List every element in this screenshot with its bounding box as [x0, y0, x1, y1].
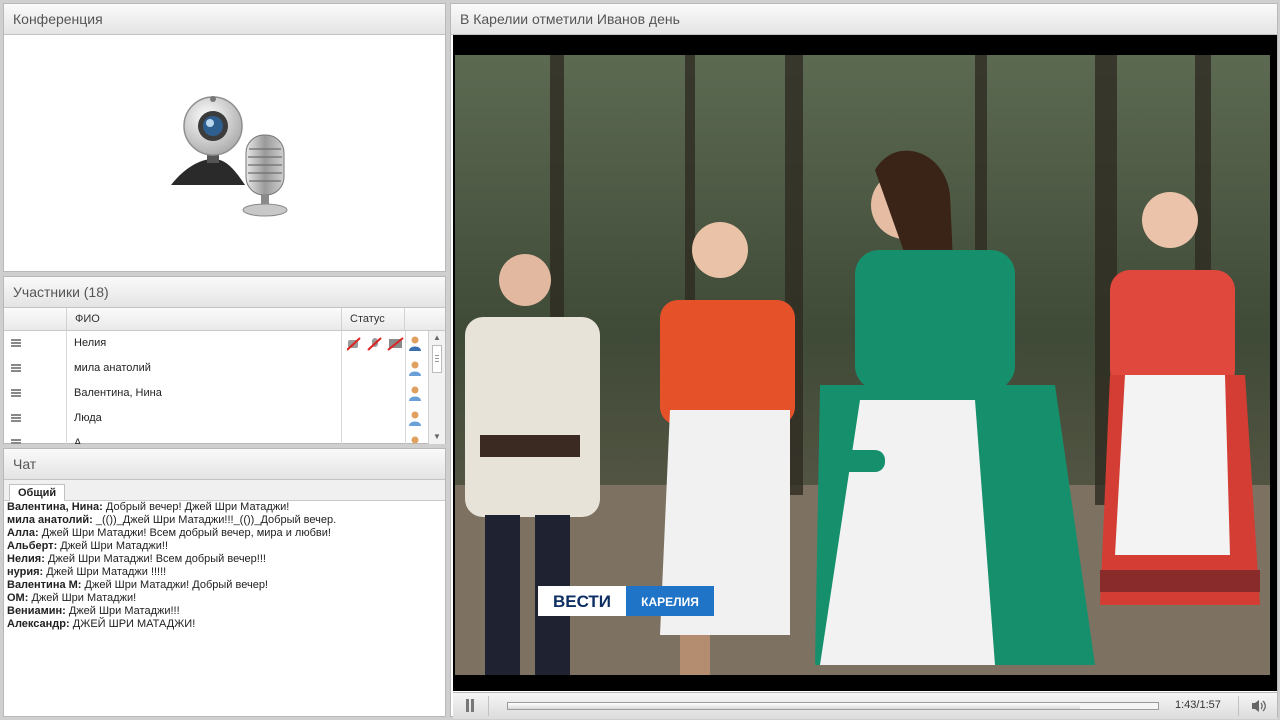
participants-scrollbar[interactable]: ▲ ▼	[428, 331, 445, 444]
user-icon[interactable]	[409, 386, 421, 401]
participants-table: ФИО Статус Нелия мила анатолий Валентина…	[4, 308, 445, 444]
scroll-down-icon[interactable]: ▼	[429, 430, 445, 444]
chat-message: Александр: ДЖЕЙ ШРИ МАТАДЖИ!	[7, 618, 442, 631]
participants-rows: Нелия мила анатолий Валентина, Нина Люда…	[4, 331, 427, 444]
participant-name: Нелия	[74, 337, 107, 349]
conference-body	[4, 35, 445, 272]
video-panel: В Карелии отметили Иванов день ВЕСТИ КАР…	[450, 3, 1278, 719]
chat-message: Нелия: Джей Шри Матаджи! Всем добрый веч…	[7, 553, 442, 566]
participants-panel: Участники (18) ФИО Статус Нелия мила ана…	[3, 276, 446, 444]
chat-text: Джей Шри Матаджи! Всем добрый вечер!!!	[44, 553, 266, 565]
participant-name: Валентина, Нина	[74, 387, 162, 399]
tab-general[interactable]: Общий	[9, 484, 66, 501]
table-row[interactable]: Люда	[4, 406, 427, 431]
status-icons	[346, 337, 407, 354]
video-progress-fill	[508, 703, 1080, 709]
drag-handle-icon[interactable]	[11, 339, 21, 347]
logo-karelia: КАРЕЛИЯ	[641, 595, 699, 609]
logo-vesti: ВЕСТИ	[553, 592, 611, 611]
speaker-icon[interactable]	[1251, 699, 1267, 713]
user-icon[interactable]	[409, 336, 421, 351]
chat-author: Валентина М:	[7, 579, 82, 591]
participants-title: Участники (18)	[4, 277, 445, 308]
chat-author: ОМ:	[7, 592, 29, 604]
chat-text: Джей Шри Матаджи!!!	[65, 605, 180, 617]
chat-message: Вениамин: Джей Шри Матаджи!!!	[7, 605, 442, 618]
chat-message: нурия: Джей Шри Матаджи !!!!!	[7, 566, 442, 579]
chat-author: Вениамин:	[7, 605, 66, 617]
video-time: 1:43/1:57	[1175, 699, 1221, 711]
participant-name: А	[74, 437, 82, 444]
chat-log: Валентина, Нина: Добрый вечер! Джей Шри …	[4, 501, 445, 631]
chat-message: Алла: Джей Шри Матаджи! Всем добрый вече…	[7, 527, 442, 540]
participant-name: мила анатолий	[74, 362, 151, 374]
drag-handle-icon[interactable]	[11, 364, 21, 372]
chat-title: Чат	[4, 449, 445, 480]
chat-text: Добрый вечер! Джей Шри Матаджи!	[102, 501, 290, 513]
chat-text: Джей Шри Матаджи!!	[57, 540, 169, 552]
column-header-status[interactable]: Статус	[341, 308, 405, 330]
participant-name: Люда	[74, 412, 102, 424]
column-header-name[interactable]: ФИО	[66, 308, 341, 330]
chat-text: Джей Шри Матаджи !!!!!	[43, 566, 167, 578]
chat-message: Валентина М: Джей Шри Матаджи! Добрый ве…	[7, 579, 442, 592]
chat-panel: Чат Общий Валентина, Нина: Добрый вечер!…	[3, 448, 446, 717]
webcam-microphone-icon[interactable]	[167, 89, 292, 219]
video-progress-bar[interactable]	[507, 702, 1159, 710]
table-row[interactable]: мила анатолий	[4, 356, 427, 381]
chat-text: Джей Шри Матаджи!	[28, 592, 137, 604]
drag-handle-icon[interactable]	[11, 414, 21, 422]
chat-message: Альберт: Джей Шри Матаджи!!	[7, 540, 442, 553]
user-icon[interactable]	[409, 436, 421, 444]
chat-author: Александр:	[7, 618, 70, 630]
chat-message: Валентина, Нина: Добрый вечер! Джей Шри …	[7, 501, 442, 514]
chat-author: нурия:	[7, 566, 44, 578]
video-player[interactable]: ВЕСТИ КАРЕЛИЯ	[453, 35, 1277, 691]
table-row[interactable]: А	[4, 431, 427, 444]
conference-panel: Конференция	[3, 3, 446, 272]
scroll-thumb[interactable]	[432, 345, 442, 373]
drag-handle-icon[interactable]	[11, 389, 21, 397]
video-title: В Карелии отметили Иванов день	[451, 4, 1277, 35]
chat-text: Джей Шри Матаджи! Всем добрый вечер, мир…	[38, 527, 331, 539]
chat-message: мила анатолий: _(())_Джей Шри Матаджи!!!…	[7, 514, 442, 527]
mic-off-icon	[367, 337, 382, 351]
chat-author: Валентина, Нина:	[7, 501, 103, 513]
table-row[interactable]: Валентина, Нина	[4, 381, 427, 406]
chat-text: Джей Шри Матаджи! Добрый вечер!	[81, 579, 268, 591]
controls-divider	[1238, 696, 1239, 716]
conference-title: Конференция	[4, 4, 445, 35]
scroll-up-icon[interactable]: ▲	[429, 331, 445, 345]
video-controls: 1:43/1:57	[453, 692, 1277, 719]
camera-off-icon	[346, 337, 361, 351]
screen-off-icon	[387, 337, 404, 351]
chat-author: мила анатолий:	[7, 514, 93, 526]
news-logo: ВЕСТИ КАРЕЛИЯ	[538, 586, 714, 616]
controls-divider	[488, 696, 489, 716]
chat-author: Альберт:	[7, 540, 58, 552]
pause-icon[interactable]	[465, 699, 475, 712]
user-icon[interactable]	[409, 361, 421, 376]
chat-message: ОМ: Джей Шри Матаджи!	[7, 592, 442, 605]
chat-author: Нелия:	[7, 553, 45, 565]
drag-handle-icon[interactable]	[11, 439, 21, 444]
chat-tabs: Общий	[4, 480, 445, 501]
table-row[interactable]: Нелия	[4, 331, 427, 356]
chat-author: Алла:	[7, 527, 39, 539]
chat-text: ДЖЕЙ ШРИ МАТАДЖИ!	[69, 618, 196, 630]
video-frame[interactable]: ВЕСТИ КАРЕЛИЯ	[455, 55, 1270, 675]
user-icon[interactable]	[409, 411, 421, 426]
participants-table-header: ФИО Статус	[4, 308, 445, 331]
chat-text: _(())_Джей Шри Матаджи!!!_(())_Добрый ве…	[92, 514, 337, 526]
